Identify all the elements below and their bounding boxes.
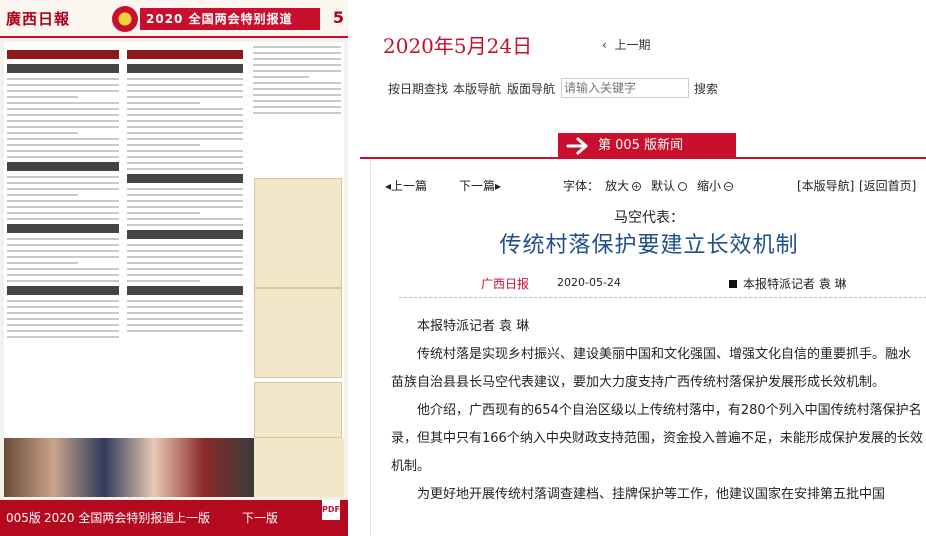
article-source: 广西日报 (481, 277, 530, 291)
issue-date: 2020年5月24日 (383, 34, 533, 58)
article-paragraph: 本报特派记者 袁 琳 (417, 319, 530, 334)
article-panel: ◂上一篇 下一篇▸ 字体： 放大 + 默认 缩小 − [本版导航] [返回首页] 马… (370, 159, 926, 536)
layout-nav-link[interactable]: 版面导航 (507, 80, 555, 97)
triangle-right-icon: ▸ (495, 179, 502, 193)
search-button[interactable]: 搜索 (694, 80, 718, 97)
next-article-link[interactable]: 下一篇▸ (459, 177, 501, 194)
newspaper-banner: 2020 全国两会特别报道 (140, 8, 320, 30)
newspaper-masthead[interactable]: 廣西日報 2020 全国两会特别报道 5 (0, 0, 348, 38)
plus-radio-icon: + (632, 182, 642, 191)
search-input[interactable] (561, 78, 689, 98)
article-body: 本报特派记者 袁 琳 传统村落是实现乡村振兴、建设美丽中国和文化强国、增强文化自… (391, 313, 923, 509)
emblem-icon (112, 6, 138, 32)
newspaper-page-panel: 廣西日報 2020 全国两会特别报道 5 005版 2020 全国两会特别报道 … (0, 0, 348, 536)
page-footer-bar: 005版 2020 全国两会特别报道 上一版 下一版 PDF (0, 500, 348, 536)
article-title: 传统村落保护要建立长效机制 (499, 233, 799, 258)
prev-article-link[interactable]: ◂上一篇 (385, 177, 427, 194)
article-toolbar: ◂上一篇 下一篇▸ 字体： 放大 + 默认 缩小 − [本版导航] [返回首页] (385, 177, 925, 197)
prev-issue-link[interactable]: ‹ 上一期 (602, 36, 650, 53)
chevron-left-icon: ‹ (602, 38, 615, 52)
article-paragraph: 他介绍，广西现有的654个自治区级以上传统村落中，有280个列入中国传统村落保护… (391, 403, 923, 474)
article-divider (399, 297, 926, 298)
section-tab: 第 005 版新闻 (558, 133, 736, 159)
page-section-link[interactable]: 2020 全国两会特别报道 (44, 500, 174, 536)
minus-radio-icon: − (724, 182, 734, 191)
newspaper-column[interactable] (4, 46, 122, 426)
article-subtitle: 马空代表： (614, 210, 684, 226)
next-page-link[interactable]: 下一版 (242, 500, 278, 536)
newspaper-page-number: 5 (332, 8, 344, 27)
newspaper-logo: 廣西日報 (6, 10, 71, 28)
pdf-icon[interactable]: PDF (322, 500, 340, 520)
font-enlarge-option[interactable]: 放大 + (605, 177, 642, 194)
page-nav-link[interactable]: [本版导航] (797, 177, 854, 194)
newspaper-feature-box[interactable] (254, 438, 344, 497)
search-by-date-link[interactable]: 按日期查找 (388, 80, 448, 97)
page-nav-link[interactable]: 本版导航 (453, 80, 501, 97)
newspaper-feature-box[interactable] (254, 178, 342, 288)
article-date: 2020-05-24 (557, 276, 621, 289)
article-paragraph: 为更好地开展传统村落调查建档、挂牌保护等工作，他建议国家在安排第五批中国 (417, 487, 886, 502)
prev-page-link[interactable]: 上一版 (174, 500, 210, 536)
page-number-label: 005版 (6, 511, 41, 525)
article-author: 本报特派记者 袁 琳 (729, 275, 847, 292)
newspaper-feature-box[interactable] (254, 288, 342, 378)
font-size-label: 字体： (563, 179, 600, 193)
section-label: 第 005 版新闻 (598, 138, 684, 153)
newspaper-page-image[interactable] (4, 42, 344, 497)
newspaper-photo[interactable] (4, 438, 254, 497)
font-default-option[interactable]: 默认 (651, 177, 688, 194)
article-paragraph: 传统村落是实现乡村振兴、建设美丽中国和文化强国、增强文化自信的重要抓手。融水苗族… (391, 347, 912, 390)
home-link[interactable]: [返回首页] (859, 177, 916, 194)
newspaper-feature-box[interactable] (254, 382, 342, 438)
font-shrink-option[interactable]: 缩小 − (697, 177, 734, 194)
newspaper-column[interactable] (124, 46, 246, 426)
radio-icon (678, 182, 688, 191)
article-meta: 广西日报 2020-05-24 本报特派记者 袁 琳 (371, 275, 926, 293)
arrow-right-icon (566, 137, 588, 155)
